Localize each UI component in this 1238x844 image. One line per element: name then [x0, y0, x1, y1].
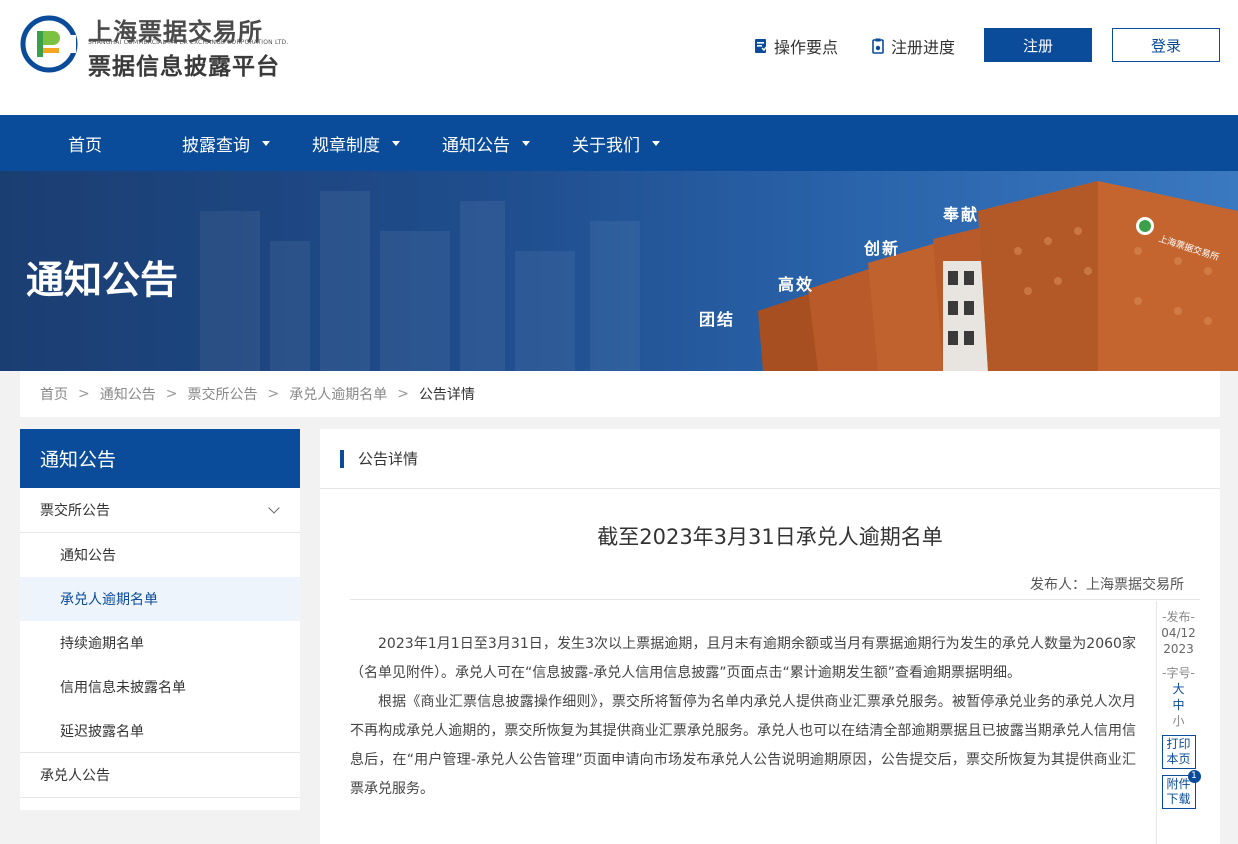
- nav-item-regulations[interactable]: 规章制度: [312, 115, 400, 171]
- motto-text: 创新: [864, 239, 901, 258]
- motto-text: 奉献: [943, 205, 980, 224]
- section-header: 公告详情: [320, 429, 1220, 489]
- sidebar-title: 通知公告: [20, 429, 300, 488]
- sidebar-group-label: 承兑人公告: [40, 768, 110, 784]
- registration-progress-label: 注册进度: [891, 38, 956, 57]
- sidebar-group-acceptor-announcements[interactable]: 承兑人公告: [20, 753, 300, 798]
- attachment-download-button[interactable]: 附件下载 1: [1161, 770, 1201, 809]
- sidebar: 通知公告 票交所公告 通知公告 承兑人逾期名单 持续逾期名单 信用信息未披露名单…: [20, 429, 300, 810]
- font-size-label: -字号-: [1162, 666, 1195, 680]
- login-button[interactable]: 登录: [1112, 28, 1220, 62]
- nav-item-label: 关于我们: [572, 135, 640, 156]
- chevron-right-icon: >: [165, 386, 178, 402]
- sidebar-item-delayed[interactable]: 延迟披露名单: [20, 709, 300, 753]
- nav-item-label: 通知公告: [442, 135, 510, 156]
- print-label: 打印本页: [1166, 737, 1191, 766]
- chevron-right-icon: >: [397, 386, 409, 402]
- article-title: 截至2023年3月31日承兑人逾期名单: [597, 525, 943, 549]
- site-header: 上海票据交易所 SHANGHAI COMMERCIAL PAPER EXCHAN…: [0, 0, 1238, 115]
- banner-title: 通知公告: [26, 258, 179, 302]
- nav-item-label: 披露查询: [182, 135, 250, 156]
- sidebar-item-overdue-list[interactable]: 承兑人逾期名单: [20, 577, 300, 621]
- nav-item-disclosure-query[interactable]: 披露查询: [182, 115, 270, 171]
- chevron-down-icon: [268, 502, 280, 514]
- publish-date-year: 2023: [1163, 642, 1194, 656]
- logo-english: SHANGHAI COMMERCIAL PAPER EXCHANGE CORPO…: [88, 39, 289, 46]
- nav-item-about[interactable]: 关于我们: [572, 115, 660, 171]
- breadcrumb-overdue-list[interactable]: 承兑人逾期名单: [289, 384, 387, 404]
- font-size-small[interactable]: 小: [1157, 713, 1200, 729]
- sidebar-item-undisclosed[interactable]: 信用信息未披露名单: [20, 665, 300, 709]
- section-title: 公告详情: [358, 450, 419, 468]
- article-paragraph: 根据《商业汇票信息披露操作细则》，票交所将暂停为名单内承兑人提供商业汇票承兑服务…: [350, 694, 1136, 797]
- nav-item-home[interactable]: 首页: [68, 115, 102, 171]
- breadcrumb-current: 公告详情: [418, 387, 475, 403]
- sidebar-item-label: 持续逾期名单: [60, 636, 144, 652]
- breadcrumb: 首页 > 通知公告 > 票交所公告 > 承兑人逾期名单 > 公告详情: [20, 371, 1220, 417]
- font-size-large[interactable]: 大: [1157, 681, 1200, 697]
- font-size-medium[interactable]: 中: [1157, 697, 1200, 713]
- registration-progress-link[interactable]: 注册进度: [871, 36, 956, 57]
- article-toolbar: -发布- 04/12 2023 -字号- 大 中 小 打印本页 附件下载 1: [1156, 601, 1201, 844]
- motto-text: 团结: [699, 310, 736, 329]
- sidebar-item-label: 承兑人逾期名单: [60, 592, 158, 608]
- caret-down-icon: [522, 140, 530, 146]
- operation-guide-label: 操作要点: [774, 38, 839, 57]
- main-content: 公告详情 截至2023年3月31日承兑人逾期名单 发布人：上海票据交易所 202…: [320, 429, 1220, 844]
- nav-item-announcements[interactable]: 通知公告: [442, 115, 530, 171]
- breadcrumb-exchange-announcements[interactable]: 票交所公告: [187, 384, 257, 404]
- article-body: 2023年1月1日至3月31日，发生3次以上票据逾期，且月末有逾期余额或当月有票…: [350, 630, 1136, 804]
- sidebar-item-notices[interactable]: 通知公告: [20, 533, 300, 577]
- sidebar-item-label: 延迟披露名单: [60, 723, 144, 740]
- accent-bar: [340, 449, 344, 468]
- logo-icon[interactable]: [20, 15, 78, 73]
- breadcrumb-announcements[interactable]: 通知公告: [100, 384, 156, 404]
- clipboard-icon: [872, 38, 884, 54]
- divider: [350, 599, 1200, 600]
- sidebar-group-label: 票交所公告: [40, 503, 110, 519]
- logo-subtitle: 票据信息披露平台: [88, 54, 280, 80]
- caret-down-icon: [262, 140, 270, 146]
- caret-down-icon: [652, 140, 660, 146]
- nav-item-label: 规章制度: [312, 135, 380, 156]
- attachment-count-badge: 1: [1187, 770, 1201, 783]
- main-nav: 首页 披露查询 规章制度 通知公告 关于我们: [0, 115, 1238, 171]
- sidebar-item-continuous-overdue[interactable]: 持续逾期名单: [20, 621, 300, 665]
- sidebar-item-label: 通知公告: [60, 548, 116, 564]
- article-paragraph: 2023年1月1日至3月31日，发生3次以上票据逾期，且月末有逾期余额或当月有票…: [350, 636, 1136, 681]
- page-banner: 上海票据交易所 通知公告 团结 高效 创新 奉献: [0, 171, 1238, 371]
- operation-guide-link[interactable]: 操作要点: [754, 36, 839, 57]
- nav-item-label: 首页: [68, 135, 102, 156]
- sidebar-group-exchange-announcements[interactable]: 票交所公告: [20, 488, 300, 533]
- publish-label: -发布-: [1162, 610, 1195, 624]
- motto-text: 高效: [778, 275, 815, 294]
- sidebar-item-label: 信用信息未披露名单: [60, 680, 186, 696]
- document-icon: [755, 39, 768, 53]
- caret-down-icon: [392, 140, 400, 146]
- breadcrumb-home[interactable]: 首页: [40, 384, 68, 404]
- chevron-right-icon: >: [78, 386, 90, 402]
- article-publisher: 发布人：上海票据交易所: [1030, 577, 1184, 593]
- chevron-right-icon: >: [267, 386, 280, 402]
- publish-date-md: 04/12: [1161, 626, 1196, 640]
- register-button[interactable]: 注册: [984, 28, 1092, 62]
- print-button[interactable]: 打印本页: [1161, 735, 1196, 769]
- attachment-label: 附件下载: [1166, 777, 1191, 806]
